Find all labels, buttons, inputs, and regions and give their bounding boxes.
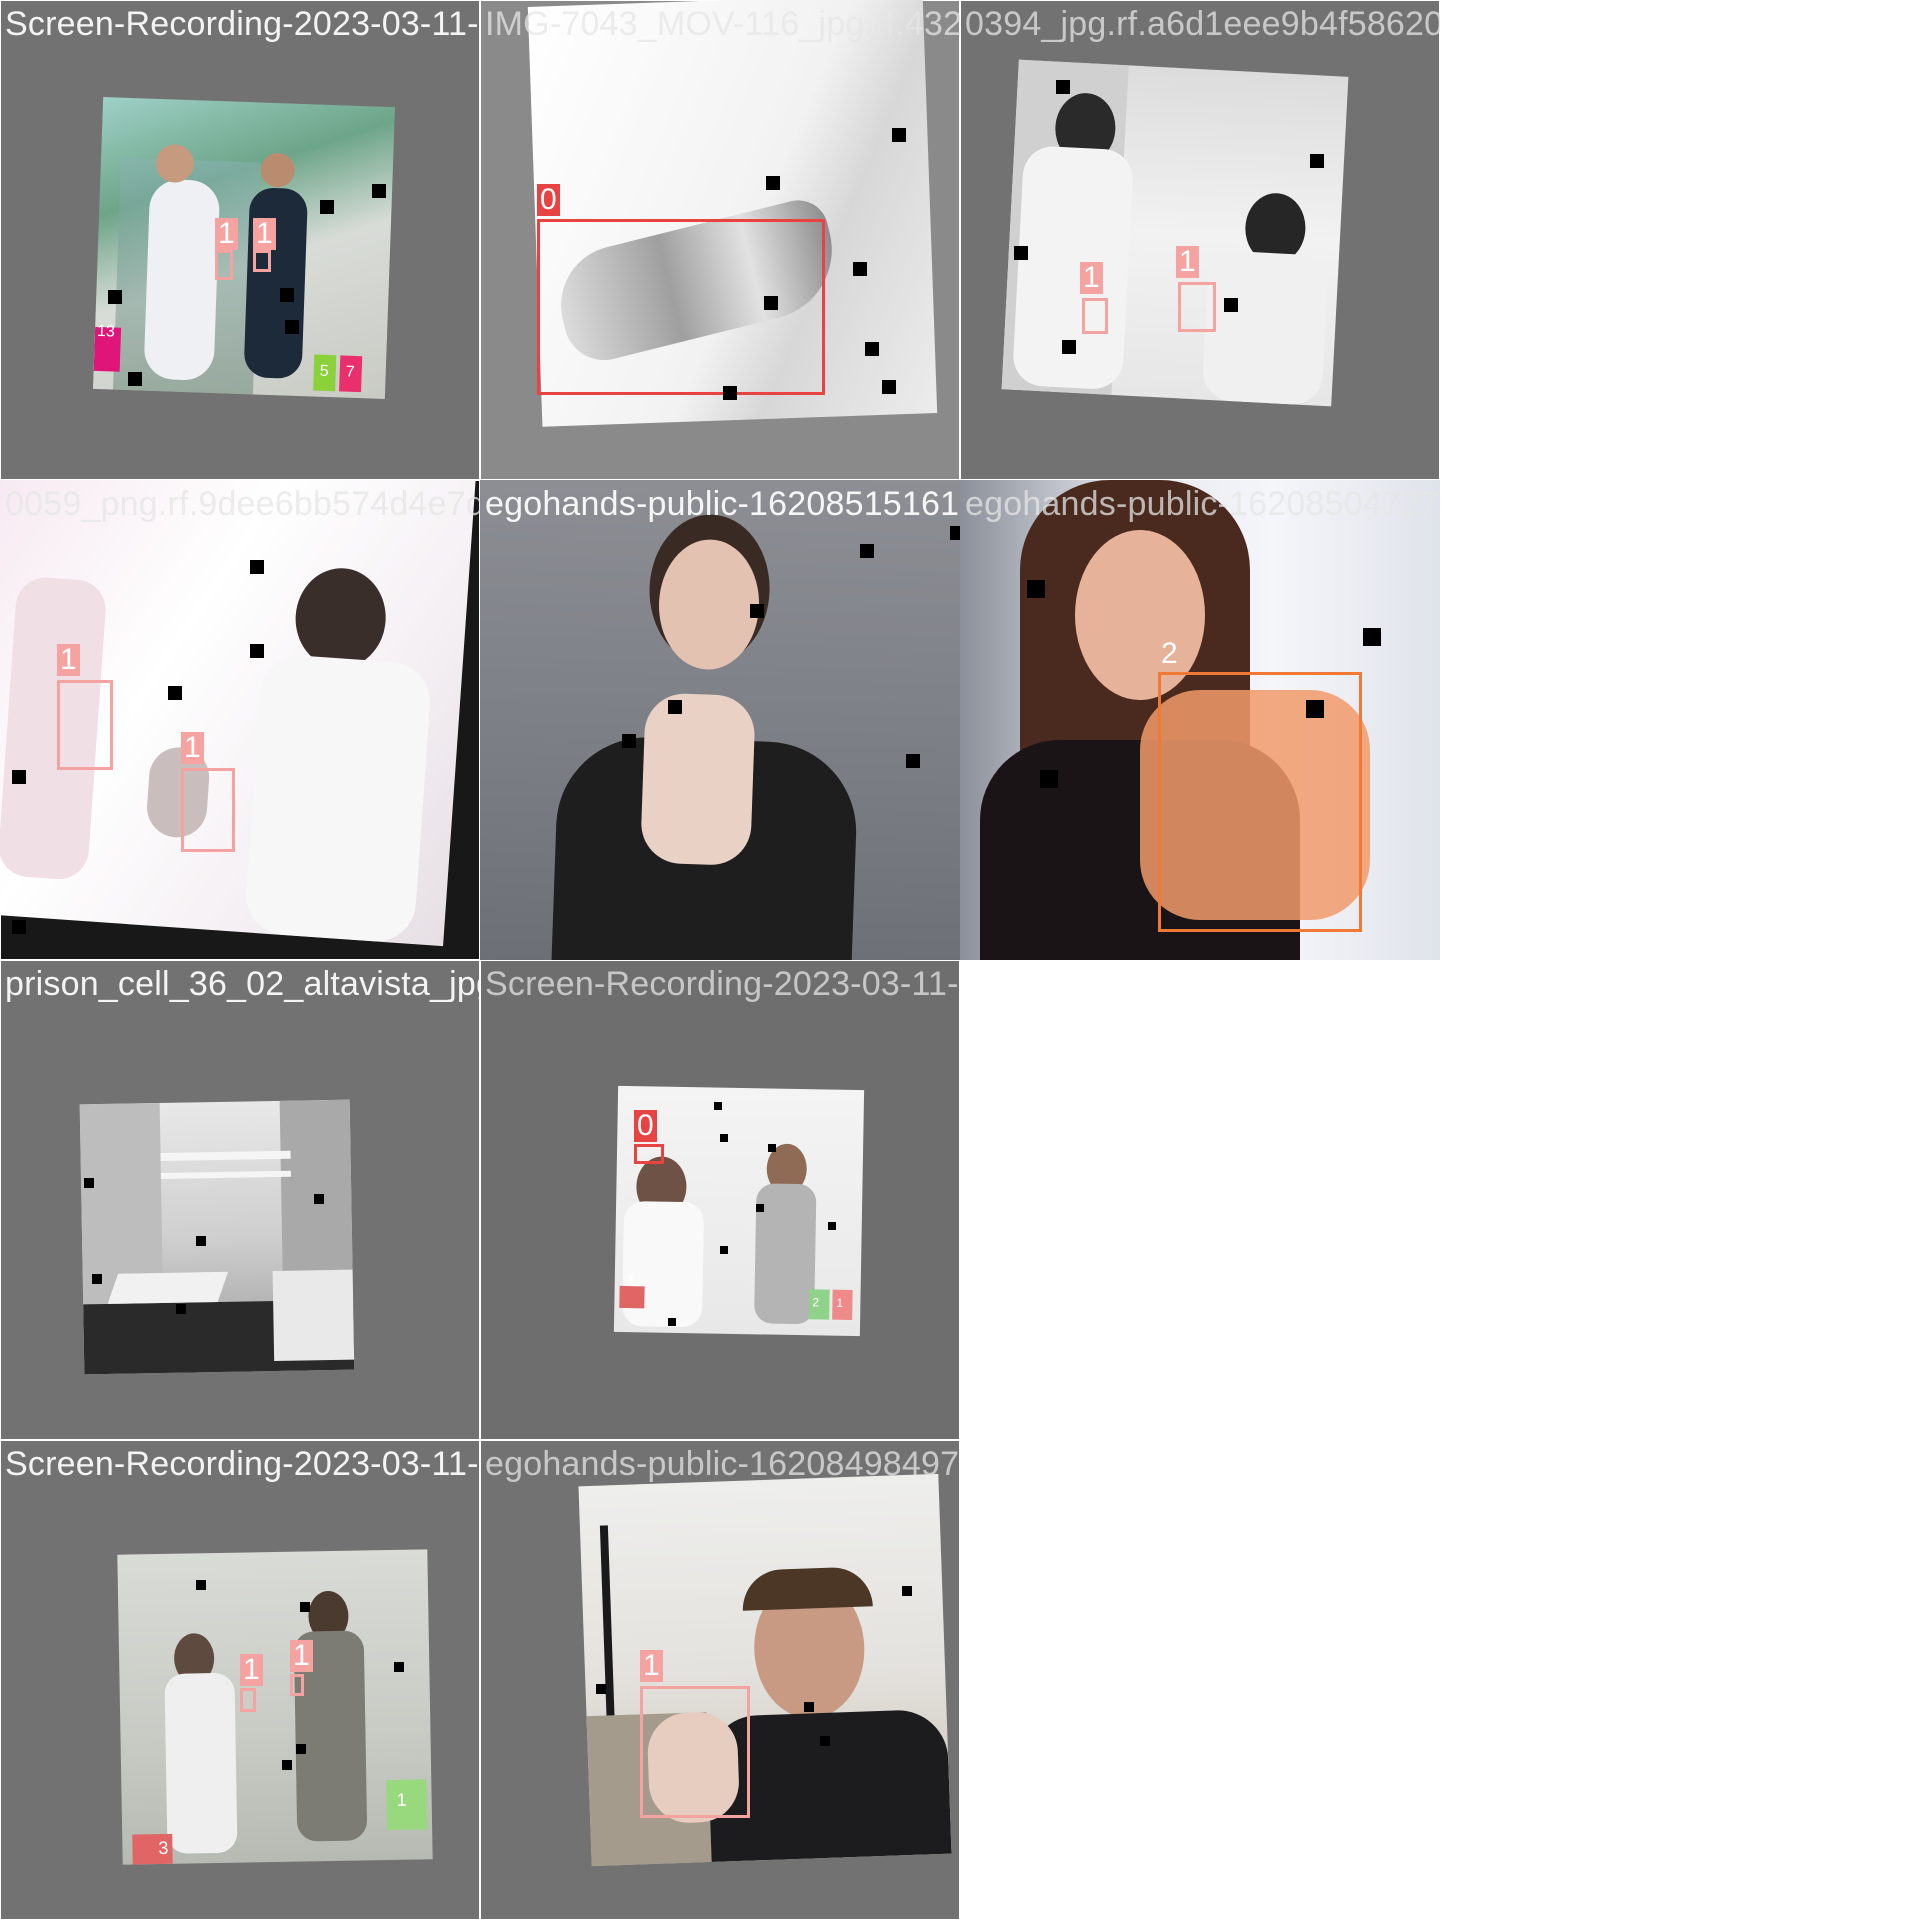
tile-6: 2 egohands-public-1620850472747_png_jpg.… bbox=[960, 480, 1440, 960]
tile-4: 1 1 0059_png.rf.9dee6bb574d4e7dbdbd6575b… bbox=[0, 480, 480, 960]
hand-bbox bbox=[253, 250, 271, 272]
image-filename: prison_cell_36_02_altavista_jpg.rf.67e bbox=[5, 965, 480, 1003]
image-filename: Screen-Recording-2023-03-11-at-9_48_18-P bbox=[5, 1445, 480, 1483]
bbox-label: 1 bbox=[1176, 246, 1199, 278]
bbox-label: 1 bbox=[57, 644, 80, 676]
tile-8: 2 1 3 0 Screen-Recording-2023-03-11-at-9… bbox=[480, 960, 960, 1440]
bbox-label: 1 bbox=[240, 1654, 263, 1686]
hand-bbox bbox=[1158, 672, 1362, 932]
hand-bbox bbox=[57, 680, 113, 770]
bbox-label: 1 bbox=[181, 732, 204, 764]
score-overlay: 1 bbox=[836, 1295, 844, 1310]
bbox-label: 1 bbox=[1080, 262, 1103, 294]
photo-5 bbox=[480, 480, 960, 960]
bbox-label: 2 bbox=[1161, 637, 1178, 670]
tile-10: 1 egohands-public-1620849849796_png_jpg.… bbox=[480, 1440, 960, 1920]
hand-bbox bbox=[290, 1674, 304, 1696]
image-filename: 0394_jpg.rf.a6d1eee9b4f5862001d82dd7 bbox=[965, 5, 1440, 43]
bbox-label: 1 bbox=[290, 1640, 313, 1672]
score-overlay: 13 bbox=[96, 322, 116, 341]
image-filename: Screen-Recording-2023-03-11-at-9_48_18-P bbox=[5, 5, 480, 43]
image-mosaic: 13 5 7 1 1 Screen-Recording-2023-03-11-a… bbox=[0, 0, 1920, 1920]
bbox-label: 1 bbox=[215, 218, 238, 250]
tile-2: 0 IMG-7043_MOV-116_jpg.rf.4327dbf56285e3… bbox=[480, 0, 960, 480]
hand-bbox bbox=[634, 1144, 664, 1164]
score-overlay: 3 bbox=[158, 1837, 169, 1859]
score-overlay: 5 bbox=[319, 362, 329, 381]
hand-bbox bbox=[640, 1686, 750, 1818]
hand-bbox bbox=[181, 768, 235, 852]
photo-3 bbox=[1001, 59, 1349, 407]
hand-bbox bbox=[1178, 282, 1216, 332]
photo-9: 1 3 bbox=[117, 1549, 433, 1865]
tile-1: 13 5 7 1 1 Screen-Recording-2023-03-11-a… bbox=[0, 0, 480, 480]
photo-7 bbox=[79, 1099, 355, 1375]
score-overlay: 2 bbox=[812, 1295, 820, 1310]
tile-7: prison_cell_36_02_altavista_jpg.rf.67e bbox=[0, 960, 480, 1440]
hand-bbox bbox=[215, 250, 233, 280]
score-overlay: 1 bbox=[396, 1789, 407, 1810]
tile-3: 1 1 0394_jpg.rf.a6d1eee9b4f5862001d82dd7 bbox=[960, 0, 1440, 480]
tile-9: 1 3 1 1 Screen-Recording-2023-03-11-at-9… bbox=[0, 1440, 480, 1920]
hand-bbox bbox=[1082, 298, 1108, 334]
photo-10 bbox=[578, 1473, 952, 1867]
score-overlay: 3 bbox=[626, 1272, 634, 1287]
bbox-label: 1 bbox=[253, 218, 276, 250]
bbox-label: 0 bbox=[537, 184, 560, 216]
image-filename: Screen-Recording-2023-03-11-at-9_48_18-P bbox=[485, 965, 960, 1003]
photo-1: 13 5 7 bbox=[92, 96, 396, 400]
tile-5: egohands-public-1620851516151d1e8d bbox=[480, 480, 960, 960]
bbox-label: 1 bbox=[640, 1650, 663, 1682]
hand-bbox bbox=[240, 1688, 256, 1712]
bbox-label: 0 bbox=[634, 1110, 657, 1142]
score-overlay: 7 bbox=[345, 363, 355, 381]
hand-bbox bbox=[537, 219, 825, 395]
